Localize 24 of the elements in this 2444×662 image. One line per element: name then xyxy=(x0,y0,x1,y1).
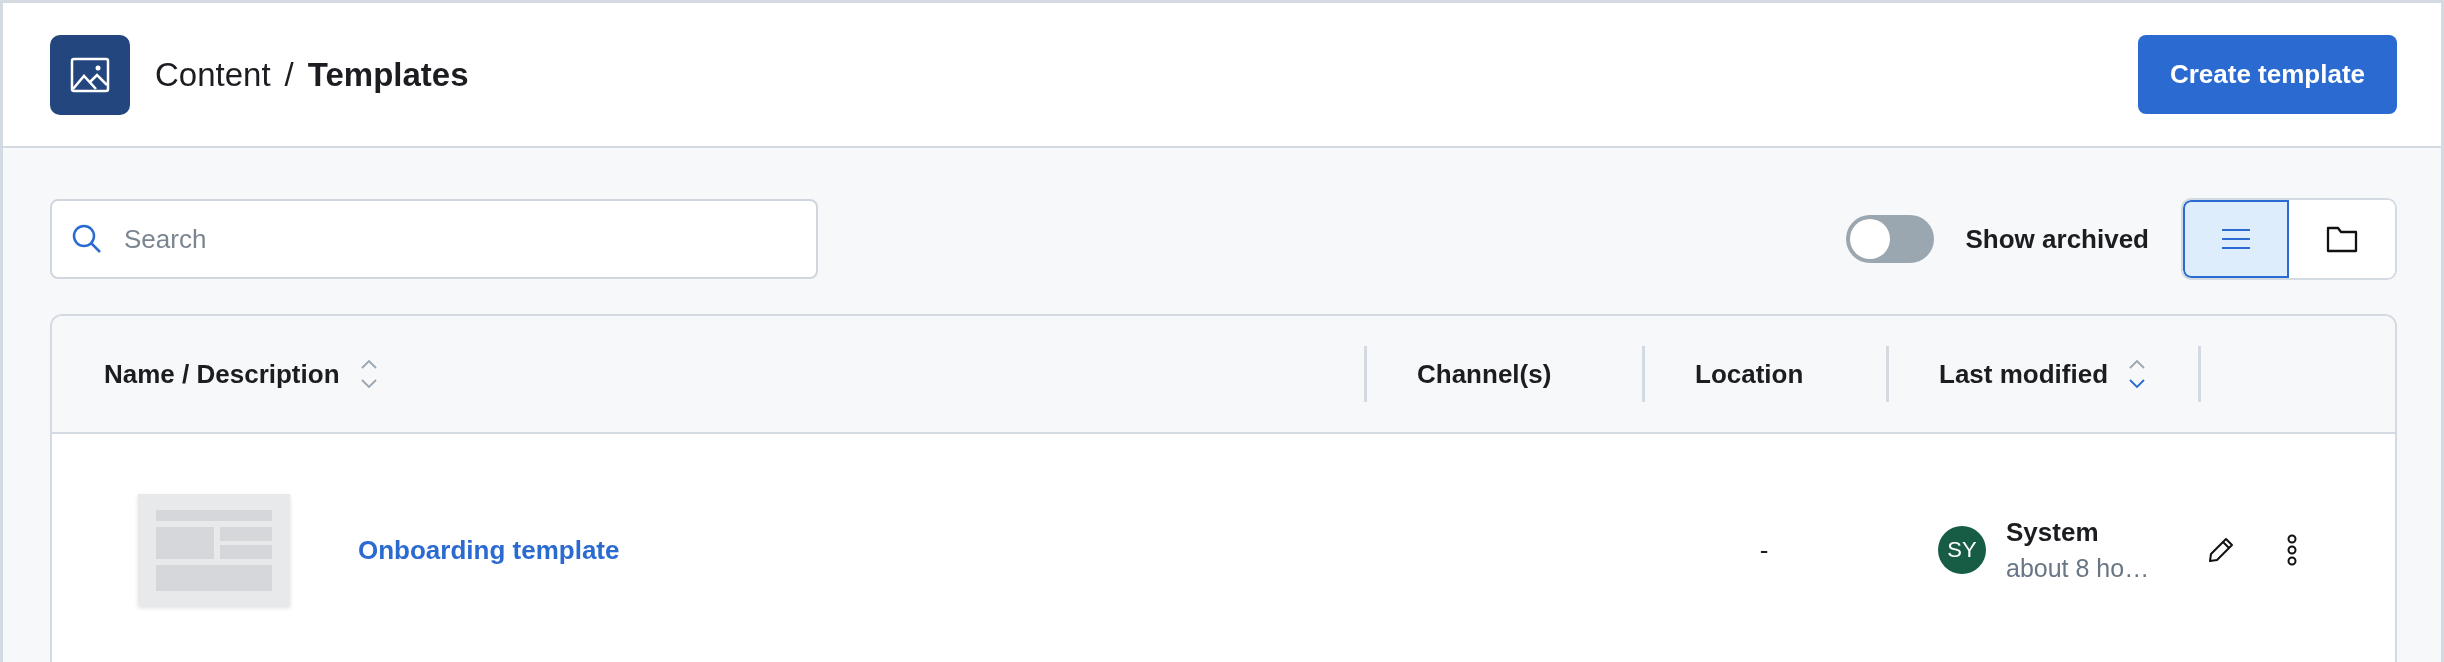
folder-icon xyxy=(2326,225,2358,253)
more-options-icon[interactable] xyxy=(2286,534,2298,566)
image-icon xyxy=(50,34,130,115)
breadcrumb-item: Templates xyxy=(307,55,469,94)
template-name-link[interactable]: Onboarding template xyxy=(358,534,620,566)
create-template-button[interactable]: Create template xyxy=(2137,35,2397,114)
menu-icon xyxy=(2221,228,2251,250)
modified-time: about 8 ho… xyxy=(2006,554,2150,583)
toggle-switch[interactable] xyxy=(1845,215,1934,263)
toggle-label: Show archived xyxy=(1965,223,2149,255)
sort-icon[interactable] xyxy=(2128,358,2146,390)
column-header: Channel(s) xyxy=(1417,358,1552,390)
column-header: Location xyxy=(1695,358,1804,390)
location-text: - xyxy=(1759,534,1769,566)
breadcrumb-item[interactable]: Content xyxy=(155,55,271,94)
column-header: Name / Description xyxy=(104,358,340,390)
list-view-button[interactable] xyxy=(2183,200,2289,278)
modified-by-name: System xyxy=(2006,517,2100,548)
breadcrumb-separator: / xyxy=(284,55,294,94)
search-field[interactable]: Search xyxy=(50,199,818,279)
user-avatar: SY xyxy=(1938,526,1986,574)
edit-icon[interactable] xyxy=(2206,535,2236,565)
column-header: Last modified xyxy=(1939,358,2108,390)
search-icon xyxy=(72,224,102,254)
